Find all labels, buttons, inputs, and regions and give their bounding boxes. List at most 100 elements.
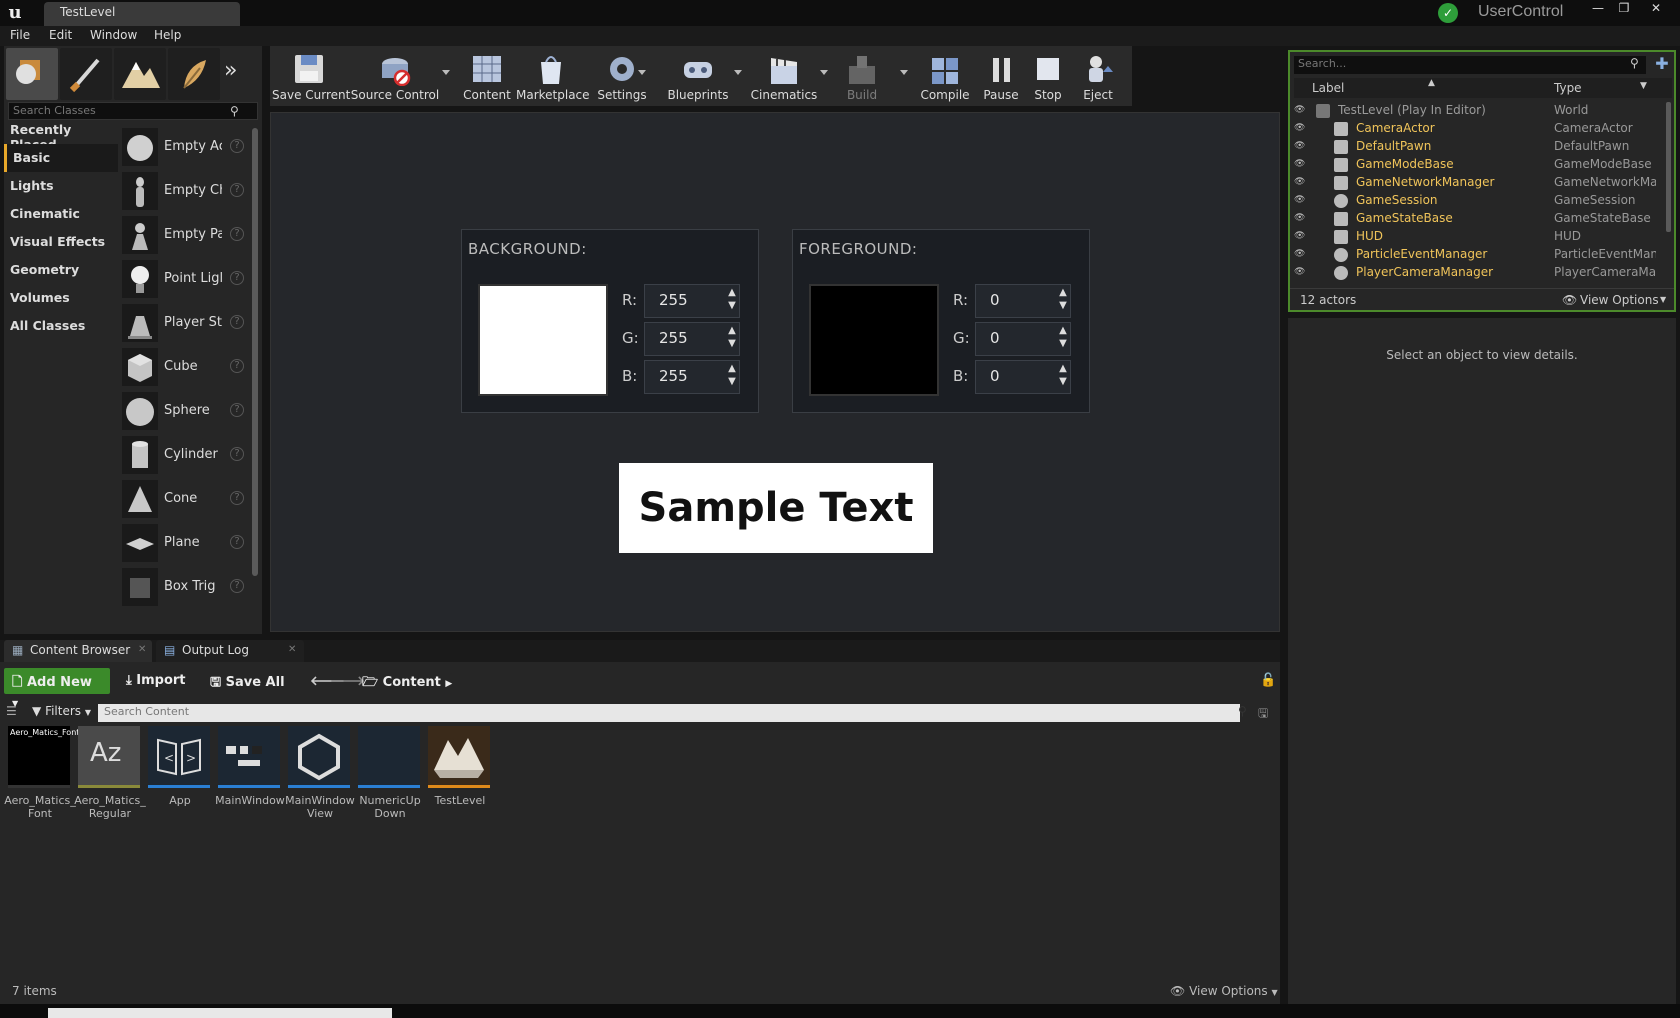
outliner-row[interactable]: 👁 DefaultPawn DefaultPawn bbox=[1294, 138, 1654, 156]
tab-content-browser[interactable]: ▦ Content Browser ✕ bbox=[4, 640, 152, 662]
cinematics-button[interactable]: Cinematics bbox=[748, 46, 820, 106]
outliner-search-input[interactable]: Search... bbox=[1294, 56, 1646, 74]
asset-aero-matics-font[interactable]: Aero_Matics_Font Aero_Matics_ Font bbox=[4, 726, 79, 836]
type-column-header[interactable]: Type bbox=[1554, 81, 1582, 95]
blueprints-dropdown-icon[interactable] bbox=[734, 70, 742, 75]
category-recently-placed[interactable]: Recently Placed bbox=[4, 116, 118, 152]
visibility-eye-icon[interactable]: 👁 bbox=[1294, 177, 1308, 187]
outliner-row[interactable]: 👁 CameraActor CameraActor bbox=[1294, 120, 1654, 138]
menu-help[interactable]: Help bbox=[154, 28, 181, 42]
help-icon[interactable]: ? bbox=[230, 315, 244, 329]
tab-output-log[interactable]: ▤ Output Log ✕ bbox=[156, 640, 304, 662]
cinematics-dropdown-icon[interactable] bbox=[820, 70, 828, 75]
help-icon[interactable]: ? bbox=[230, 359, 244, 373]
place-item-empty-actor[interactable]: Empty Ac ? bbox=[122, 126, 250, 168]
spinner-icon[interactable]: ▲ ▼ bbox=[1049, 362, 1077, 390]
help-icon[interactable]: ? bbox=[230, 491, 244, 505]
place-item-empty-pawn[interactable]: Empty Pa ? bbox=[122, 214, 250, 256]
outliner-row[interactable]: 👁 ParticleEventManager ParticleEventMana bbox=[1294, 246, 1656, 264]
close-icon[interactable]: ✕ bbox=[138, 644, 146, 655]
place-item-sphere[interactable]: Sphere ? bbox=[122, 390, 250, 432]
foliage-mode-button[interactable] bbox=[168, 48, 220, 100]
category-geometry[interactable]: Geometry bbox=[4, 256, 118, 284]
pause-button[interactable]: Pause bbox=[978, 46, 1024, 106]
restore-button[interactable]: ❐ bbox=[1612, 0, 1636, 16]
save-all-button[interactable]: 🖫 Save All bbox=[202, 668, 293, 694]
build-dropdown-icon[interactable] bbox=[900, 70, 908, 75]
level-tab[interactable]: TestLevel bbox=[44, 2, 240, 26]
close-icon[interactable]: ✕ bbox=[288, 644, 296, 655]
visibility-eye-icon[interactable]: 👁 bbox=[1294, 231, 1308, 241]
category-all-classes[interactable]: All Classes bbox=[4, 312, 118, 340]
spinner-icon[interactable]: ▲ ▼ bbox=[1049, 286, 1077, 314]
category-basic[interactable]: Basic bbox=[4, 144, 118, 172]
place-mode-button[interactable] bbox=[6, 48, 58, 100]
outliner-row[interactable]: 👁 GameStateBase GameStateBase bbox=[1294, 210, 1654, 228]
lock-icon[interactable]: 🔓 bbox=[1252, 668, 1284, 694]
search-content-input[interactable]: Search Content bbox=[98, 704, 1240, 722]
save-current-button[interactable]: Save Current bbox=[272, 46, 350, 106]
game-viewport[interactable]: BACKGROUND: R: 255 ▲ ▼ G: 255 ▲ ▼ B: 255 ▲… bbox=[270, 112, 1280, 632]
outliner-view-options[interactable]: View Options bbox=[1580, 293, 1659, 307]
help-icon[interactable]: ? bbox=[230, 271, 244, 285]
visibility-eye-icon[interactable]: 👁 bbox=[1294, 159, 1308, 169]
place-item-box-trigger[interactable]: Box Trig ? bbox=[122, 566, 250, 608]
spinner-icon[interactable]: ▲ ▼ bbox=[1049, 324, 1077, 352]
asset-main-window[interactable]: MainWindow bbox=[215, 726, 285, 836]
asset-numeric-up-down[interactable]: NumericUp Down bbox=[358, 726, 422, 836]
outliner-row[interactable]: 👁 GameModeBase GameModeBase bbox=[1294, 156, 1654, 174]
add-new-button[interactable]: 🗋 Add New ▼ bbox=[4, 668, 110, 708]
stop-button[interactable]: Stop bbox=[1026, 46, 1070, 106]
visibility-eye-icon[interactable]: 👁 bbox=[1294, 249, 1308, 259]
help-icon[interactable]: ? bbox=[230, 535, 244, 549]
add-actor-icon[interactable]: ✚ bbox=[1652, 54, 1672, 74]
modes-scrollbar[interactable] bbox=[252, 128, 258, 576]
place-item-cube[interactable]: Cube ? bbox=[122, 346, 250, 388]
path-content[interactable]: 🗁 Content ▶ bbox=[354, 668, 460, 694]
close-button[interactable]: ✕ bbox=[1644, 0, 1668, 16]
more-modes-icon[interactable]: » bbox=[224, 58, 237, 83]
category-visual-effects[interactable]: Visual Effects bbox=[4, 228, 118, 256]
asset-app[interactable]: < > App bbox=[148, 726, 212, 836]
place-item-empty-character[interactable]: Empty Ch ? bbox=[122, 170, 250, 212]
help-icon[interactable]: ? bbox=[230, 227, 244, 241]
save-search-icon[interactable]: 🖫 bbox=[1258, 704, 1268, 725]
help-icon[interactable]: ? bbox=[230, 447, 244, 461]
user-status-icon[interactable]: ✓ bbox=[1438, 3, 1458, 23]
spinner-icon[interactable]: ▲ ▼ bbox=[718, 324, 746, 352]
settings-dropdown-icon[interactable] bbox=[638, 70, 646, 75]
menu-edit[interactable]: Edit bbox=[49, 28, 72, 42]
category-volumes[interactable]: Volumes bbox=[4, 284, 118, 312]
compile-button[interactable]: Compile bbox=[916, 46, 974, 106]
visibility-eye-icon[interactable]: 👁 bbox=[1294, 105, 1308, 115]
content-button[interactable]: Content bbox=[460, 46, 514, 106]
asset-test-level[interactable]: TestLevel bbox=[428, 726, 492, 836]
place-item-cylinder[interactable]: Cylinder ? bbox=[122, 434, 250, 476]
outliner-row[interactable]: 👁 HUD HUD bbox=[1294, 228, 1654, 246]
filters-button[interactable]: ▼ Filters ▼ bbox=[32, 704, 91, 718]
menu-file[interactable]: File bbox=[10, 28, 30, 42]
help-icon[interactable]: ? bbox=[230, 139, 244, 153]
outliner-row[interactable]: 👁 GameNetworkManager GameNetworkMan bbox=[1294, 174, 1656, 192]
outliner-row[interactable]: 👁 PlayerCameraManager PlayerCameraMan bbox=[1294, 264, 1656, 282]
settings-button[interactable]: Settings bbox=[594, 46, 650, 106]
outliner-row[interactable]: 👁 TestLevel (Play In Editor) World bbox=[1294, 102, 1654, 120]
visibility-eye-icon[interactable]: 👁 bbox=[1294, 213, 1308, 223]
help-icon[interactable]: ? bbox=[230, 183, 244, 197]
outliner-scrollbar[interactable] bbox=[1666, 102, 1671, 232]
build-button[interactable]: Build bbox=[836, 46, 888, 106]
source-control-dropdown-icon[interactable] bbox=[442, 70, 450, 75]
category-cinematic[interactable]: Cinematic bbox=[4, 200, 118, 228]
help-icon[interactable]: ? bbox=[230, 403, 244, 417]
type-column-dropdown-icon[interactable]: ▼ bbox=[1640, 81, 1647, 91]
source-control-button[interactable]: Source Control bbox=[350, 46, 440, 106]
place-item-player-start[interactable]: Player St ? bbox=[122, 302, 250, 344]
import-button[interactable]: ⤓ Import bbox=[118, 668, 194, 694]
category-lights[interactable]: Lights bbox=[4, 172, 118, 200]
place-item-cone[interactable]: Cone ? bbox=[122, 478, 250, 520]
paint-mode-button[interactable] bbox=[60, 48, 112, 100]
label-column-header[interactable]: Label bbox=[1312, 81, 1344, 95]
minimize-button[interactable]: — bbox=[1586, 0, 1610, 16]
visibility-eye-icon[interactable]: 👁 bbox=[1294, 267, 1308, 277]
menu-window[interactable]: Window bbox=[90, 28, 137, 42]
